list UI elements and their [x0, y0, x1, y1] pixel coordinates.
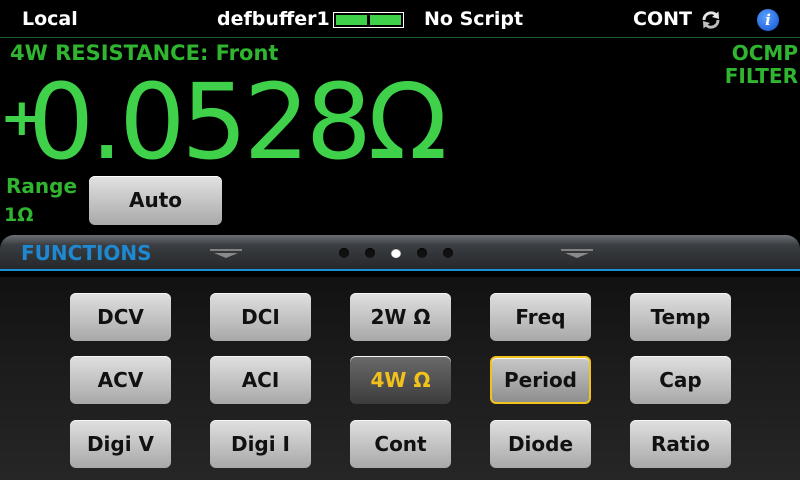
local-status[interactable]: Local: [22, 8, 78, 30]
range-auto-button[interactable]: Auto: [89, 176, 222, 225]
function-digi-v-button[interactable]: Digi V: [70, 420, 171, 468]
grip-left-icon: [210, 249, 242, 258]
functions-title: FUNCTIONS: [21, 241, 152, 265]
refresh-icon[interactable]: [700, 9, 722, 31]
page-dot-1[interactable]: [339, 248, 349, 258]
function-2w-ohm-button[interactable]: 2W Ω: [350, 293, 451, 341]
ocmp-indicator: OCMP: [731, 41, 798, 65]
buffer-name[interactable]: defbuffer1: [217, 8, 330, 30]
function-4w-ohm-button[interactable]: 4W Ω: [350, 356, 451, 404]
page-dot-2[interactable]: [365, 248, 375, 258]
script-status[interactable]: No Script: [424, 8, 523, 30]
function-freq-button[interactable]: Freq: [490, 293, 591, 341]
status-bar: Local defbuffer1 No Script CONT i: [0, 0, 800, 38]
function-acv-button[interactable]: ACV: [70, 356, 171, 404]
function-period-button[interactable]: Period: [490, 356, 591, 404]
info-icon[interactable]: i: [757, 9, 779, 31]
page-dot-3[interactable]: [391, 248, 401, 258]
grip-right-icon: [561, 249, 593, 258]
reading-value: 0.0528Ω: [28, 61, 447, 183]
function-cont-button[interactable]: Cont: [350, 420, 451, 468]
function-grid: DCV DCI 2W Ω Freq Temp ACV ACI 4W Ω Peri…: [0, 277, 800, 480]
function-diode-button[interactable]: Diode: [490, 420, 591, 468]
function-ratio-button[interactable]: Ratio: [630, 420, 731, 468]
range-label: Range: [6, 174, 78, 198]
function-digi-i-button[interactable]: Digi I: [210, 420, 311, 468]
buffer-fill: [336, 15, 401, 25]
buffer-fill-indicator[interactable]: [333, 12, 404, 28]
function-dci-button[interactable]: DCI: [210, 293, 311, 341]
trigger-mode[interactable]: CONT: [633, 8, 692, 30]
function-temp-button[interactable]: Temp: [630, 293, 731, 341]
page-dot-5[interactable]: [443, 248, 453, 258]
range-value: 1Ω: [4, 204, 34, 226]
filter-indicator: FILTER: [724, 64, 798, 88]
function-dcv-button[interactable]: DCV: [70, 293, 171, 341]
function-aci-button[interactable]: ACI: [210, 356, 311, 404]
page-dot-4[interactable]: [417, 248, 427, 258]
functions-swipe-bar[interactable]: FUNCTIONS: [0, 235, 800, 271]
function-cap-button[interactable]: Cap: [630, 356, 731, 404]
